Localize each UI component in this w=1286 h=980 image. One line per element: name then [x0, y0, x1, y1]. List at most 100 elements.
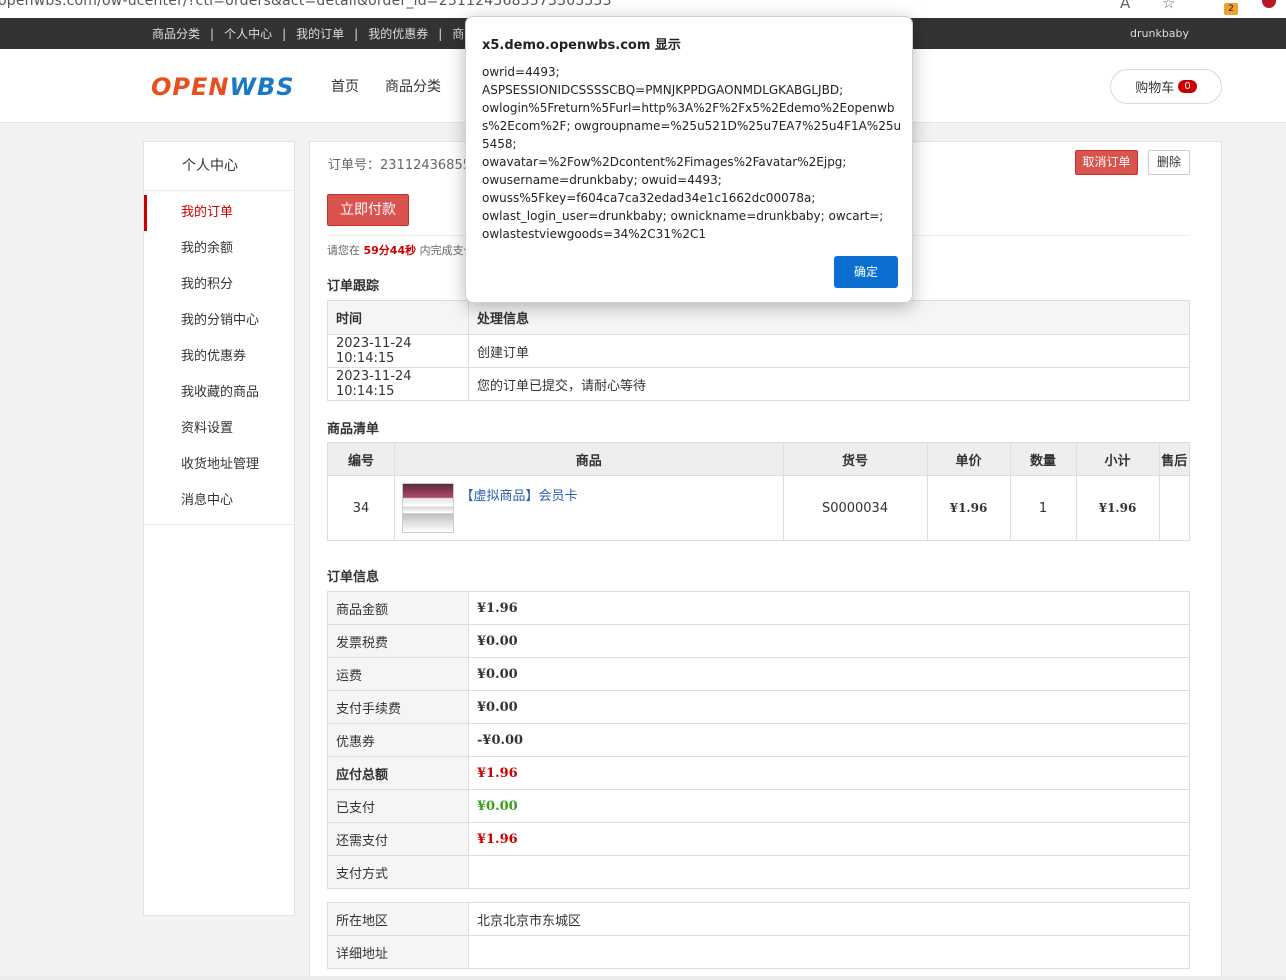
col-sku: 货号 — [782, 442, 928, 476]
cart-button[interactable]: 购物车 0 — [1110, 69, 1222, 104]
logo-text-open: OPEN — [151, 73, 230, 101]
row-value: ¥1.96 — [468, 756, 1190, 790]
tracking-table: 时间 处理信息 2023-11-24 10:14:15 创建订单 2023-11… — [327, 300, 1190, 401]
top-link-categories[interactable]: 商品分类 — [152, 25, 200, 42]
table-row: 还需支付 ¥1.96 — [327, 822, 1190, 856]
row-label: 发票税费 — [327, 624, 469, 658]
row-value: ¥1.96 — [468, 822, 1190, 856]
nav-home[interactable]: 首页 — [331, 76, 359, 96]
col-qty: 数量 — [1009, 442, 1077, 476]
sidebar-item-messages[interactable]: 消息中心 — [144, 483, 294, 519]
table-row: 发票税费 ¥0.00 — [327, 624, 1190, 658]
sidebar-item-points[interactable]: 我的积分 — [144, 267, 294, 303]
col-time: 时间 — [327, 300, 469, 335]
sidebar-item-orders[interactable]: 我的订单 — [144, 195, 294, 231]
separator: | — [438, 26, 443, 41]
row-label: 所在地区 — [327, 902, 469, 936]
nav-categories[interactable]: 商品分类 — [385, 76, 441, 96]
table-row: 34 【虚拟商品】会员卡 S0000034 ¥1.96 1 ¥1.96 — [327, 475, 1191, 541]
sidebar-item-balance[interactable]: 我的余额 — [144, 231, 294, 267]
table-row: 已支付 ¥0.00 — [327, 789, 1190, 823]
col-price: 单价 — [926, 442, 1011, 476]
product-thumbnail[interactable] — [401, 483, 454, 533]
row-label: 商品金额 — [327, 591, 469, 625]
col-aftersale: 售后 — [1158, 442, 1191, 476]
row-label: 还需支付 — [327, 822, 469, 856]
table-row: 详细地址 — [327, 935, 1190, 969]
row-label: 支付手续费 — [327, 690, 469, 724]
product-link[interactable]: 【虚拟商品】会员卡 — [460, 475, 784, 541]
row-label: 详细地址 — [327, 935, 469, 969]
cell-aftersale — [1158, 475, 1191, 541]
countdown-time: 59分44秒 — [363, 244, 417, 257]
cell-thumb — [394, 475, 461, 541]
table-row: 运费 ¥0.00 — [327, 657, 1190, 691]
row-value — [468, 855, 1190, 889]
extension-badge[interactable]: 2 — [1224, 3, 1238, 15]
cancel-order-button[interactable]: 取消订单 — [1075, 150, 1138, 175]
page-bottom-edge — [0, 976, 1286, 980]
cell-subtotal: ¥1.96 — [1075, 475, 1160, 541]
row-label: 优惠券 — [327, 723, 469, 757]
dialog-title: x5.demo.openwbs.com 显示 — [482, 38, 681, 53]
row-value: ¥0.00 — [468, 789, 1190, 823]
col-id: 编号 — [327, 442, 395, 476]
table-header-row: 编号 商品 货号 单价 数量 小计 售后 — [327, 442, 1191, 476]
row-label: 应付总额 — [327, 756, 469, 790]
table-row: 2023-11-24 10:14:15 您的订单已提交，请耐心等待 — [327, 367, 1190, 401]
table-row: 商品金额 ¥1.96 — [327, 591, 1190, 625]
favorite-star-icon[interactable]: ☆ — [1162, 0, 1175, 12]
sidebar-item-distribution[interactable]: 我的分销中心 — [144, 303, 294, 339]
sidebar-item-favorites[interactable]: 我收藏的商品 — [144, 375, 294, 411]
table-row: 支付方式 — [327, 855, 1190, 889]
url-text[interactable]: openwbs.com/ow-ucenter/?ctl=orders&act=d… — [0, 0, 612, 9]
main-navigation: 首页 商品分类 — [331, 49, 467, 123]
read-aloud-icon[interactable]: A — [1120, 0, 1130, 12]
cell-time: 2023-11-24 10:14:15 — [327, 334, 469, 368]
cart-label: 购物车 — [1135, 81, 1175, 96]
logo-text-wbs: WBS — [229, 73, 295, 101]
sidebar-menu: 我的订单 我的余额 我的积分 我的分销中心 我的优惠券 我收藏的商品 资料设置 … — [144, 191, 294, 519]
cell-id: 34 — [327, 475, 395, 541]
row-label: 运费 — [327, 657, 469, 691]
row-value — [468, 935, 1190, 969]
dialog-ok-button[interactable]: 确定 — [834, 256, 898, 288]
top-link-ucenter[interactable]: 个人中心 — [224, 25, 272, 42]
order-number: 订单号：23112436855 — [328, 158, 471, 173]
table-row: 应付总额 ¥1.96 — [327, 756, 1190, 790]
row-value: 北京北京市东城区 — [468, 902, 1190, 936]
row-label: 已支付 — [327, 789, 469, 823]
table-row: 优惠券 -¥0.00 — [327, 723, 1190, 757]
username-link[interactable]: drunkbaby — [1130, 18, 1189, 49]
goods-section-title: 商品清单 — [327, 422, 380, 437]
row-value: ¥0.00 — [468, 657, 1190, 691]
sidebar-item-coupons[interactable]: 我的优惠券 — [144, 339, 294, 375]
sidebar-item-profile[interactable]: 资料设置 — [144, 411, 294, 447]
col-info: 处理信息 — [468, 300, 1190, 335]
cell-info: 您的订单已提交，请耐心等待 — [468, 367, 1190, 401]
sidebar-item-addresses[interactable]: 收货地址管理 — [144, 447, 294, 483]
top-link-coupons[interactable]: 我的优惠券 — [368, 25, 428, 42]
profile-avatar[interactable] — [1262, 0, 1276, 8]
table-row: 2023-11-24 10:14:15 创建订单 — [327, 334, 1190, 368]
row-value: ¥0.00 — [468, 624, 1190, 658]
cart-count-badge: 0 — [1178, 80, 1197, 93]
row-value: ¥1.96 — [468, 591, 1190, 625]
cell-info: 创建订单 — [468, 334, 1190, 368]
payment-deadline-notice: 请您在 59分44秒 内完成支付 — [327, 242, 475, 258]
site-logo[interactable]: OPENWBS — [151, 73, 295, 101]
address-table: 所在地区 北京北京市东城区 详细地址 — [327, 902, 1190, 969]
cell-qty: 1 — [1009, 475, 1077, 541]
dialog-message: owrid=4493; ASPSESSIONIDCSSSSCBQ=PMNJKPP… — [482, 65, 902, 241]
delete-order-button[interactable]: 删除 — [1148, 150, 1190, 175]
table-header-row: 时间 处理信息 — [327, 300, 1190, 335]
cell-price: ¥1.96 — [926, 475, 1011, 541]
separator: | — [210, 26, 215, 41]
sidebar-title: 个人中心 — [144, 142, 294, 191]
top-link-orders[interactable]: 我的订单 — [296, 25, 344, 42]
cell-sku: S0000034 — [782, 475, 928, 541]
pay-now-button[interactable]: 立即付款 — [327, 194, 409, 226]
cell-time: 2023-11-24 10:14:15 — [327, 367, 469, 401]
table-row: 所在地区 北京北京市东城区 — [327, 902, 1190, 936]
tracking-section-title: 订单跟踪 — [327, 279, 380, 294]
